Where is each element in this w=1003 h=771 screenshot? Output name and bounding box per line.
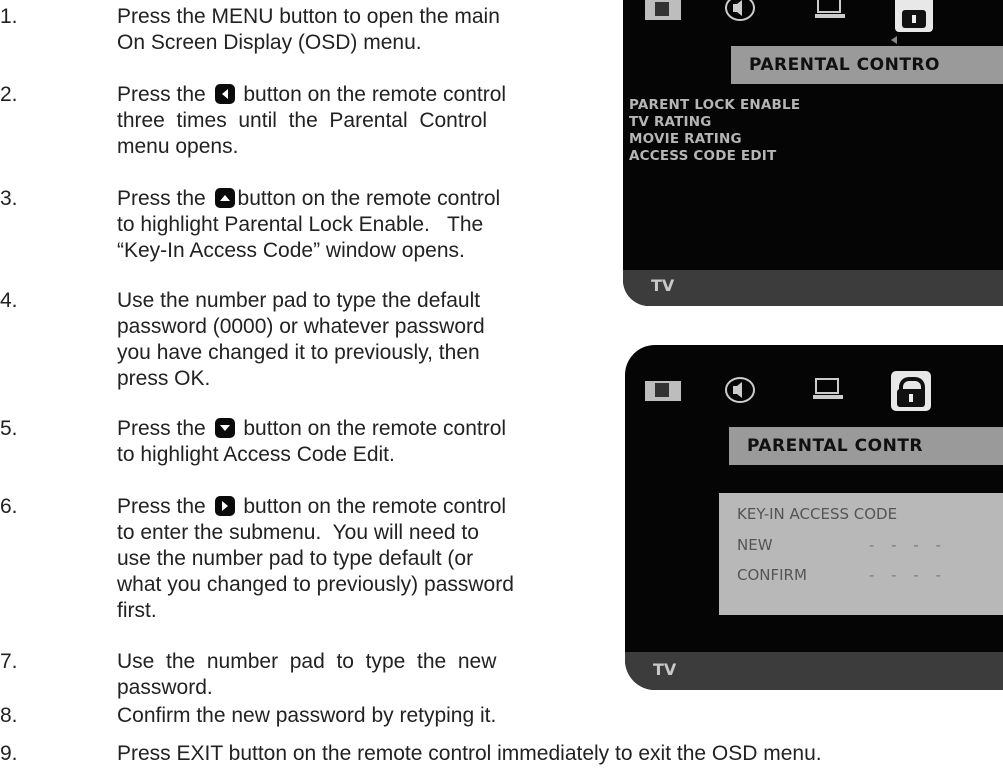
- step-text: Press the button on the remote control th…: [117, 82, 610, 160]
- osd-menu-title: PARENTAL CONTR: [729, 427, 1003, 465]
- step-text: Press EXIT button on the remote control …: [117, 741, 997, 767]
- osd-menu-title: PARENTAL CONTRO: [731, 46, 1003, 84]
- step-text-fragment: Press the: [117, 417, 212, 440]
- osd-menu-list: PARENT LOCK ENABLE TV RATING MOVIE RATIN…: [629, 97, 1003, 165]
- left-button-icon: [214, 84, 235, 104]
- osd-footer: TV: [623, 270, 1003, 306]
- step-line: Press EXIT button on the remote control …: [117, 742, 822, 765]
- step-line: Press the button on the remote control: [117, 416, 610, 442]
- step-line: Press the MENU button to open the main: [117, 5, 500, 28]
- tv-icon: [813, 378, 843, 399]
- osd-source-label: TV: [651, 276, 675, 295]
- step-text-fragment: button on the remote control: [237, 495, 507, 518]
- step-line: first.: [117, 599, 157, 622]
- parental-lock-icon: [895, 0, 933, 32]
- step-text-fragment: button on the remote control: [237, 187, 501, 210]
- menu-item-parent-lock-enable[interactable]: PARENT LOCK ENABLE: [629, 97, 1003, 114]
- picture-icon: [645, 381, 681, 401]
- step-number: 2.: [0, 83, 18, 106]
- step-line: three times until the Parental Control: [117, 109, 488, 132]
- menu-item-tv-rating[interactable]: TV RATING: [629, 114, 1003, 131]
- parental-lock-icon: [891, 371, 931, 411]
- step-line: Press the button on the remote control: [117, 186, 610, 212]
- down-button-icon: [214, 418, 235, 438]
- right-button-icon: [214, 496, 235, 516]
- step-line: menu opens.: [117, 135, 239, 158]
- dialog-heading: KEY-IN ACCESS CODE: [737, 505, 898, 523]
- step-line: Use the number pad to type the default: [117, 289, 481, 312]
- step-text-fragment: button on the remote control: [237, 417, 507, 440]
- step-text: Press the button on the remote control to…: [117, 186, 610, 264]
- step-text: Press the button on the remote control to…: [117, 494, 610, 624]
- picture-icon: [645, 0, 681, 20]
- step-text-fragment: Press the: [117, 187, 212, 210]
- step-line: On Screen Display (OSD) menu.: [117, 31, 422, 54]
- step-text-fragment: Press the: [117, 495, 212, 518]
- osd-icon-row: [623, 0, 1003, 44]
- audio-icon: [725, 377, 755, 403]
- step-text: Confirm the new password by retyping it.: [117, 703, 610, 729]
- confirm-code-field[interactable]: - - - -: [869, 566, 947, 584]
- step-text-fragment: button on the remote control: [237, 83, 507, 106]
- step-line: to highlight Parental Lock Enable. The: [117, 213, 484, 236]
- confirm-code-label: CONFIRM: [737, 566, 807, 584]
- step-text-fragment: Press the: [117, 83, 212, 106]
- osd-access-code-screen: PARENTAL CONTR KEY-IN ACCESS CODE NEW - …: [625, 345, 1003, 690]
- menu-item-movie-rating[interactable]: MOVIE RATING: [629, 131, 1003, 148]
- step-number: 8.: [0, 704, 18, 727]
- menu-item-access-code-edit[interactable]: ACCESS CODE EDIT: [629, 148, 1003, 165]
- key-in-access-code-dialog: KEY-IN ACCESS CODE NEW - - - - CONFIRM -…: [719, 493, 1003, 615]
- step-number: 4.: [0, 289, 18, 312]
- step-text: Press the button on the remote control to…: [117, 416, 610, 468]
- step-line: what you changed to previously) password: [117, 573, 514, 596]
- osd-parental-control-menu-screen: PARENTAL CONTRO PARENT LOCK ENABLE TV RA…: [623, 0, 1003, 306]
- new-code-label: NEW: [737, 536, 773, 554]
- osd-footer: TV: [625, 652, 1003, 690]
- step-text: Use the number pad to type the new passwo…: [117, 649, 610, 701]
- step-number: 6.: [0, 495, 18, 518]
- new-code-field[interactable]: - - - -: [869, 536, 947, 554]
- step-line: press OK.: [117, 367, 211, 390]
- tv-icon: [815, 0, 845, 18]
- step-line: Press the button on the remote control: [117, 82, 610, 108]
- step-number: 7.: [0, 650, 18, 673]
- step-line: to enter the submenu. You will need to: [117, 521, 479, 544]
- step-line: use the number pad to type default (or: [117, 547, 474, 570]
- step-line: “Key-In Access Code” window opens.: [117, 239, 465, 262]
- up-button-icon: [214, 188, 235, 208]
- osd-icon-row: [625, 371, 1003, 417]
- step-number: 5.: [0, 417, 18, 440]
- step-line: you have changed it to previously, then: [117, 341, 480, 364]
- audio-icon: [725, 0, 755, 21]
- step-text: Use the number pad to type the default pa…: [117, 288, 610, 392]
- step-line: password (0000) or whatever password: [117, 315, 485, 338]
- osd-source-label: TV: [653, 660, 677, 679]
- step-text: Press the MENU button to open the main On…: [117, 4, 610, 56]
- step-number: 9.: [0, 742, 18, 765]
- step-number: 3.: [0, 187, 18, 210]
- step-line: Press the button on the remote control: [117, 494, 610, 520]
- step-line: to highlight Access Code Edit.: [117, 443, 395, 466]
- step-number: 1.: [0, 5, 18, 28]
- step-line: Confirm the new password by retyping it.: [117, 704, 497, 727]
- step-line: Use the number pad to type the new: [117, 650, 497, 673]
- step-line: password.: [117, 676, 213, 699]
